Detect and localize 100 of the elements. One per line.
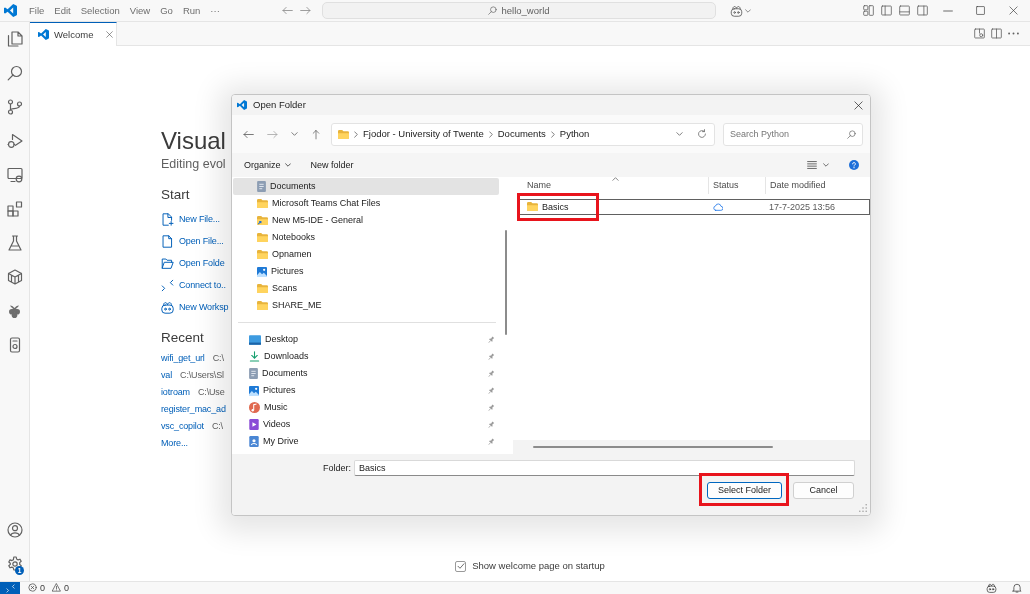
blocks-icon[interactable] — [6, 201, 23, 217]
new-file-link[interactable]: New File... — [161, 208, 220, 230]
menu-item[interactable]: View — [124, 2, 156, 19]
nav-item[interactable]: Videos — [233, 416, 499, 433]
section-heading: Recent — [161, 329, 204, 347]
new-folder-button[interactable]: New folder — [306, 155, 358, 175]
menu-item[interactable]: File — [24, 2, 50, 19]
nav-item[interactable]: Opnamen — [233, 246, 499, 263]
panel-bottom-icon[interactable] — [898, 5, 910, 16]
split-search-icon[interactable] — [974, 28, 985, 39]
account-icon[interactable] — [6, 522, 23, 538]
recent-project-link[interactable]: iotroam — [161, 387, 190, 398]
up-arrow-icon[interactable] — [311, 128, 321, 140]
scrollbar-thumb[interactable] — [505, 230, 507, 335]
dialog-button[interactable]: Cancel — [793, 482, 854, 499]
nav-item[interactable]: Desktop — [233, 331, 499, 348]
folder-name-field[interactable]: Basics — [354, 460, 855, 476]
folder-icon — [338, 129, 349, 139]
search-field[interactable]: Search Python — [723, 122, 863, 146]
branch-icon[interactable] — [6, 99, 23, 115]
sidebar-left-icon[interactable] — [880, 5, 892, 16]
sidebar-right-icon[interactable] — [916, 5, 928, 16]
resize-grip-icon[interactable] — [859, 504, 867, 512]
cube-icon[interactable] — [6, 269, 23, 285]
open-file-link[interactable]: Open File... — [161, 230, 224, 252]
file-row[interactable]: Basics 17-7-2025 13:56 — [518, 199, 870, 215]
files-icon[interactable] — [6, 31, 23, 47]
recent-project-link[interactable]: vsc_copilot — [161, 421, 204, 432]
menu-item[interactable]: ··· — [205, 2, 225, 19]
checkbox[interactable] — [455, 560, 467, 572]
nav-item[interactable]: Microsoft Teams Chat Files — [233, 195, 499, 212]
download-icon — [249, 351, 260, 362]
recent-project-link[interactable]: register_mac_ad — [161, 404, 226, 415]
settings-icon[interactable] — [6, 556, 23, 572]
recent-project-link[interactable]: wifi_get_url — [161, 353, 205, 364]
nav-item[interactable]: Scans — [233, 280, 499, 297]
checkbox-label: Show welcome page on startup — [472, 560, 605, 572]
menu-item[interactable]: Run — [177, 2, 206, 19]
nav-item[interactable]: Music — [233, 399, 499, 416]
nav-item[interactable]: Documents — [233, 365, 499, 382]
remote-button[interactable] — [0, 582, 20, 594]
command-center[interactable]: hello_world — [322, 2, 716, 19]
menu-item[interactable]: Selection — [75, 2, 125, 19]
new-workspace-link[interactable]: New Worksp — [161, 296, 229, 318]
run-debug-icon[interactable] — [6, 133, 23, 149]
dialog-button[interactable]: Select Folder — [706, 482, 782, 499]
chevron-down-icon[interactable] — [676, 132, 683, 136]
robot-icon — [729, 4, 743, 17]
checkmark-icon — [456, 562, 465, 570]
organize-button[interactable]: Organize — [240, 155, 295, 175]
bell-icon[interactable] — [1012, 583, 1022, 593]
error-icon[interactable] — [28, 583, 37, 593]
folder-icon — [257, 199, 268, 208]
monitor-icon[interactable] — [6, 167, 23, 183]
music-icon — [249, 402, 260, 413]
menu-item[interactable]: Edit — [49, 2, 76, 19]
warning-icon[interactable] — [52, 583, 61, 593]
more-link[interactable]: More... — [161, 438, 188, 449]
column-header[interactable]: Status — [708, 177, 765, 194]
scrollbar-thumb[interactable] — [533, 446, 773, 448]
maximize-icon[interactable] — [976, 6, 985, 15]
chevron-right-icon — [354, 130, 358, 138]
column-header[interactable]: Name — [513, 177, 708, 194]
document-icon — [249, 368, 258, 379]
file-name: Basics — [542, 201, 569, 213]
nav-item[interactable]: SHARE_ME — [233, 297, 499, 314]
forward-arrow-icon[interactable] — [299, 5, 311, 16]
chevron-down-icon[interactable] — [290, 132, 298, 136]
breadcrumb-item[interactable]: Fjodor - University of Twente — [363, 128, 484, 140]
view-menu-button[interactable] — [807, 160, 829, 170]
layout-icon[interactable] — [862, 5, 874, 16]
column-header[interactable]: Date modified — [765, 177, 870, 194]
nav-item[interactable]: My Drive — [233, 433, 499, 450]
refresh-icon[interactable] — [697, 129, 707, 139]
recent-project-link[interactable]: val — [161, 370, 173, 381]
split-editor-icon[interactable] — [991, 28, 1002, 39]
flask-icon[interactable] — [6, 235, 23, 251]
berry-icon[interactable] — [8, 304, 21, 318]
open-folder-link[interactable]: Open Folde — [161, 252, 225, 274]
menu-item[interactable]: Go — [155, 2, 178, 19]
nav-item[interactable]: Pictures — [233, 382, 499, 399]
back-arrow-icon[interactable] — [281, 5, 293, 16]
breadcrumb-item[interactable]: Documents — [497, 128, 546, 140]
close-icon[interactable] — [853, 100, 863, 110]
nav-item[interactable]: New M5-IDE - General — [233, 212, 499, 229]
connect-link[interactable]: Connect to.. — [161, 274, 226, 296]
breadcrumb-item[interactable]: Python — [559, 128, 590, 140]
editor-tab[interactable]: Welcome — [30, 22, 118, 46]
search-icon[interactable] — [6, 65, 23, 81]
back-arrow-icon[interactable] — [242, 128, 254, 140]
nav-item[interactable]: Downloads — [233, 348, 499, 365]
help-icon[interactable] — [849, 160, 859, 170]
close-icon[interactable] — [105, 31, 113, 38]
close-icon[interactable] — [1009, 6, 1018, 15]
nav-item[interactable]: Notebooks — [233, 229, 499, 246]
nav-item[interactable]: Pictures — [233, 263, 499, 280]
robot-icon[interactable] — [985, 583, 997, 593]
address-bar[interactable]: Fjodor - University of Twente Documents Python — [331, 122, 715, 146]
more-icon[interactable] — [1008, 32, 1019, 35]
nav-item[interactable]: Documents — [233, 178, 499, 195]
